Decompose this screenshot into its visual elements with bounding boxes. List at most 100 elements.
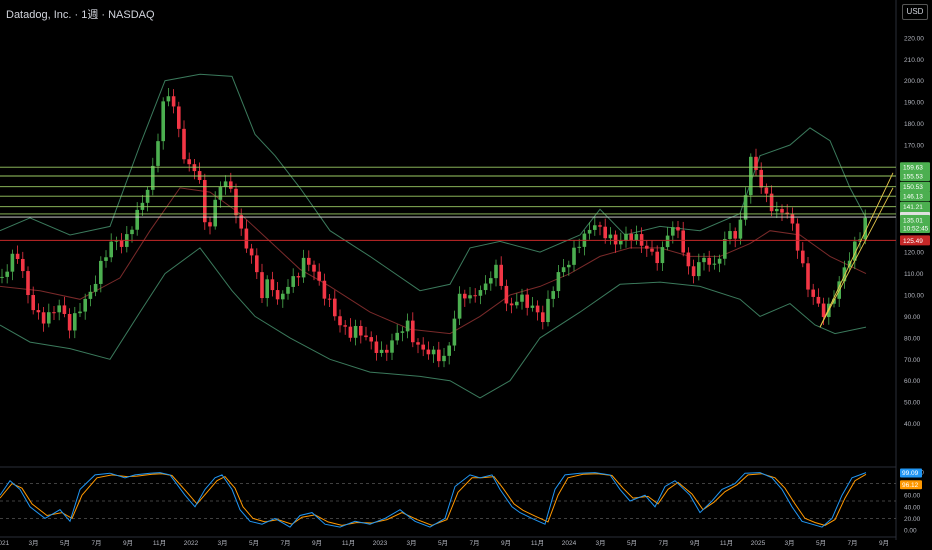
time-tick-label: 7月 <box>847 539 857 547</box>
candle-body <box>442 355 446 362</box>
candle-body <box>717 258 722 264</box>
price-axis[interactable]: 220.00210.00200.00190.00180.00170.00160.… <box>900 35 930 535</box>
candle-body <box>437 349 441 362</box>
candle-body <box>515 301 519 306</box>
candle-body <box>348 326 353 338</box>
candle-body <box>608 234 613 239</box>
candle-body <box>187 159 191 165</box>
candle-body <box>452 318 457 346</box>
candle-body <box>281 293 285 300</box>
time-tick-label: 5月 <box>249 539 259 547</box>
candle-body <box>416 342 420 345</box>
price-tick-label: 50.00 <box>904 400 921 407</box>
price-tag-label: 146.13 <box>903 194 923 201</box>
candle-body <box>151 165 155 190</box>
candle-body <box>411 320 415 343</box>
candle-body <box>723 238 727 259</box>
candle-body <box>390 340 394 353</box>
time-tick-label: 7月 <box>280 539 290 547</box>
candle-body <box>52 312 56 314</box>
candle-body <box>291 276 295 287</box>
price-tick-label: 190.00 <box>904 100 924 107</box>
candle-body <box>400 331 405 333</box>
time-tick-label: 7月 <box>658 539 668 547</box>
candle-body <box>665 235 670 248</box>
candle-body <box>593 225 597 230</box>
candle-body <box>286 286 290 294</box>
candle-body <box>587 229 592 234</box>
candle-body <box>31 295 35 311</box>
candle-body <box>317 271 321 281</box>
price-tick-label: 40.00 <box>904 421 921 428</box>
candle-body <box>99 260 103 284</box>
chart-canvas[interactable]: 220.00210.00200.00190.00180.00170.00160.… <box>0 0 932 550</box>
candle-body <box>109 241 113 258</box>
candle-body <box>338 316 342 326</box>
trendline <box>819 187 894 328</box>
candle-body <box>541 312 545 323</box>
candle-body <box>473 295 477 297</box>
candle-body <box>463 293 467 299</box>
candle-body <box>244 228 249 249</box>
candle-body <box>327 298 332 300</box>
candle-body <box>483 283 488 291</box>
candle-body <box>556 272 561 292</box>
stoch-tick-label: 0.00 <box>904 528 917 535</box>
price-tick-label: 80.00 <box>904 335 921 342</box>
moving-average-line <box>0 187 867 335</box>
candle-body <box>405 320 410 332</box>
stochastic-pane[interactable] <box>0 472 896 528</box>
price-tick-label: 170.00 <box>904 143 924 150</box>
candle-body <box>218 187 223 200</box>
candle-body <box>130 229 134 235</box>
candle-body <box>88 291 93 299</box>
time-tick-label: 11月 <box>720 539 733 547</box>
time-tick-label: 3月 <box>595 539 605 547</box>
time-tick-label: 5月 <box>816 539 826 547</box>
candle-body <box>660 247 665 264</box>
price-pane[interactable] <box>0 0 897 540</box>
candle-body <box>10 253 15 272</box>
candle-body <box>171 96 176 107</box>
stoch-d-label: 96.12 <box>902 482 919 489</box>
candle-body <box>795 223 800 251</box>
candle-body <box>509 303 514 306</box>
price-tick-label: 100.00 <box>904 293 924 300</box>
stoch-d-line <box>0 473 867 526</box>
candle-body <box>712 263 717 265</box>
candle-body <box>775 208 779 212</box>
price-tick-label: 200.00 <box>904 78 924 85</box>
time-tick-label: 5月 <box>627 539 637 547</box>
candle-body <box>208 222 212 227</box>
candle-body <box>634 234 639 241</box>
candle-body <box>260 272 264 299</box>
candle-body <box>343 325 347 327</box>
price-tag-label: 155.53 <box>903 174 923 181</box>
candle-body <box>255 255 259 273</box>
price-tick-label: 60.00 <box>904 378 921 385</box>
price-tick-label: 180.00 <box>904 121 924 128</box>
candle-body <box>379 349 384 353</box>
price-tick-label: 220.00 <box>904 35 924 42</box>
time-tick-label: 9月 <box>312 539 322 547</box>
candle-body <box>681 230 685 253</box>
candle-body <box>223 181 228 188</box>
candle-body <box>816 296 821 304</box>
candle-body <box>78 311 82 314</box>
time-tick-label: 11月 <box>153 539 166 547</box>
candle-body <box>624 233 628 241</box>
candle-body <box>457 293 462 319</box>
bollinger-lower-band <box>0 247 867 399</box>
time-axis[interactable]: 2021 3月 5月 7月 9月 11月 2022 3月 5月 7月 9月 11月 2023 3月 5月 7月… <box>0 536 896 547</box>
symbol-title[interactable]: Datadog, Inc. · 1週 · NASDAQ <box>6 6 155 22</box>
candle-body <box>426 349 431 355</box>
candle-body <box>754 156 758 170</box>
candle-body <box>572 247 576 265</box>
currency-button[interactable]: USD <box>902 4 928 20</box>
candle-body <box>728 231 732 239</box>
candle-body <box>499 264 503 286</box>
candle-body <box>374 341 379 353</box>
candle-body <box>686 252 691 267</box>
candle-body <box>421 344 425 350</box>
candle-body <box>801 250 805 264</box>
